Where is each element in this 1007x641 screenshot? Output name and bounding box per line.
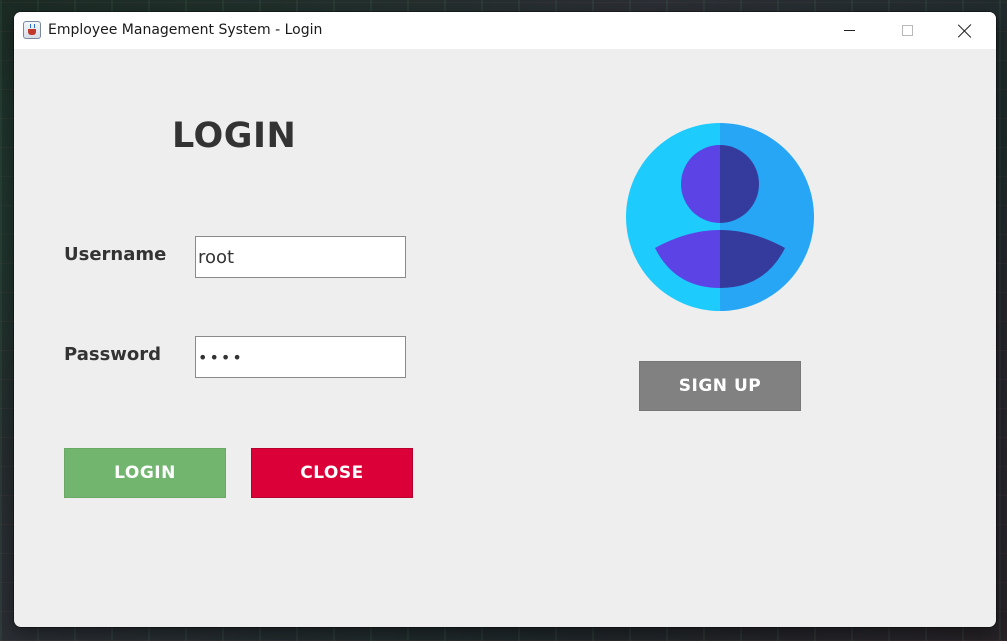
close-icon (958, 24, 972, 38)
java-cup-icon (23, 21, 41, 39)
login-button[interactable]: LOGIN (64, 448, 226, 498)
minimize-button[interactable] (820, 12, 878, 49)
maximize-icon (901, 25, 913, 36)
window-title: Employee Management System - Login (48, 22, 323, 38)
close-button[interactable]: CLOSE (251, 448, 413, 498)
minimize-icon (843, 30, 855, 31)
user-avatar-icon (626, 123, 814, 311)
username-field[interactable] (195, 236, 406, 278)
maximize-button[interactable] (878, 12, 936, 49)
password-field[interactable] (195, 336, 406, 378)
login-panel: LOGIN Username Password LOGIN CLOSE (14, 49, 996, 627)
title-bar[interactable]: Employee Management System - Login (14, 12, 996, 49)
login-window: Employee Management System - Login LOGIN… (14, 12, 996, 627)
username-label: Username (64, 244, 167, 265)
close-window-button[interactable] (936, 12, 994, 49)
signup-button[interactable]: SIGN UP (639, 361, 801, 411)
password-label: Password (64, 344, 162, 365)
page-title: LOGIN (172, 116, 297, 156)
